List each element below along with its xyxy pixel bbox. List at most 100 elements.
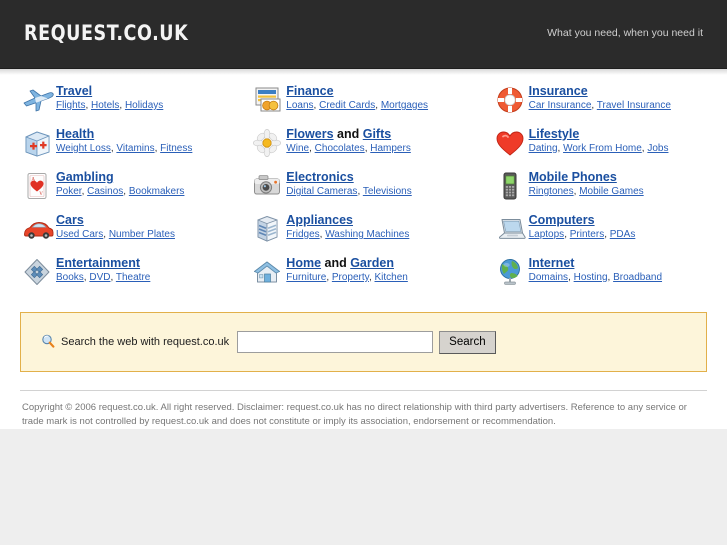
sublink-fridges[interactable]: Fridges [286, 229, 319, 240]
sublink-credit-cards[interactable]: Credit Cards [319, 100, 375, 111]
sublink-holidays[interactable]: Holidays [125, 100, 163, 111]
category-column-2: Finance Loans, Credit Cards, Mortgages Fl… [248, 83, 478, 298]
category-link-electronics[interactable]: Electronics [286, 170, 353, 184]
sublink-flights[interactable]: Flights [56, 100, 85, 111]
category-sublinks-cars: Used Cars, Number Plates [56, 228, 175, 241]
main-content: Travel Flights, Hotels, Holidays Health We… [0, 75, 727, 429]
category-link-appliances[interactable]: Appliances [286, 213, 353, 227]
credit-card-icon [252, 85, 286, 119]
category-item-entertainment: Entertainment Books, DVD, Theatre [22, 255, 248, 298]
search-panel: Search the web with request.co.uk Search [20, 312, 707, 372]
sublink-kitchen[interactable]: Kitchen [375, 272, 408, 283]
sublink-hampers[interactable]: Hampers [370, 143, 411, 154]
sublink-weight-loss[interactable]: Weight Loss [56, 143, 111, 154]
category-text-entertainment: Entertainment Books, DVD, Theatre [56, 255, 150, 284]
sublink-jobs[interactable]: Jobs [647, 143, 668, 154]
sublink-digital-cameras[interactable]: Digital Cameras [286, 186, 357, 197]
camera-icon [252, 171, 286, 205]
category-link-computers[interactable]: Computers [529, 213, 595, 227]
category-sublinks-home-and-garden: Furniture, Property, Kitchen [286, 271, 408, 284]
search-label: Search the web with request.co.uk [61, 336, 230, 348]
category-link-gambling[interactable]: Gambling [56, 170, 114, 184]
search-input[interactable] [237, 331, 434, 353]
category-item-appliances: Appliances Fridges, Washing Machines [252, 212, 478, 255]
category-link-entertainment[interactable]: Entertainment [56, 256, 140, 270]
category-link-insurance[interactable]: Insurance [529, 84, 588, 98]
sublink-broadband[interactable]: Broadband [613, 272, 662, 283]
site-logo[interactable]: REQUEST.CO.UK [24, 21, 188, 45]
category-link-lifestyle[interactable]: Lifestyle [529, 127, 580, 141]
category-title-health: Health [56, 127, 192, 141]
sublink-hosting[interactable]: Hosting [574, 272, 608, 283]
sublink-used-cars[interactable]: Used Cars [56, 229, 103, 240]
sublink-number-plates[interactable]: Number Plates [109, 229, 175, 240]
playing-card-icon: A V [22, 171, 56, 205]
category-item-lifestyle: Lifestyle Dating, Work From Home, Jobs [495, 126, 709, 169]
category-link-flowers[interactable]: Flowers [286, 127, 333, 141]
category-link-internet[interactable]: Internet [529, 256, 575, 270]
sublink-bookmakers[interactable]: Bookmakers [129, 186, 185, 197]
category-sublinks-mobile-phones: Ringtones, Mobile Games [529, 185, 644, 198]
category-link-health[interactable]: Health [56, 127, 94, 141]
category-item-electronics: Electronics Digital Cameras, Televisions [252, 169, 478, 212]
category-item-insurance: Insurance Car Insurance, Travel Insurance [495, 83, 709, 126]
category-title-mobile-phones: Mobile Phones [529, 170, 644, 184]
sublink-work-from-home[interactable]: Work From Home [563, 143, 642, 154]
sublink-travel-insurance[interactable]: Travel Insurance [597, 100, 671, 111]
flower-icon [252, 128, 286, 162]
category-sublinks-health: Weight Loss, Vitamins, Fitness [56, 142, 192, 155]
sublink-dvd[interactable]: DVD [89, 272, 110, 283]
sublink-hotels[interactable]: Hotels [91, 100, 119, 111]
search-button[interactable]: Search [439, 330, 496, 354]
sublink-vitamins[interactable]: Vitamins [116, 143, 154, 154]
sublink-pdas[interactable]: PDAs [610, 229, 636, 240]
sublink-domains[interactable]: Domains [529, 272, 568, 283]
airplane-icon [22, 85, 56, 119]
search-section: Search the web with request.co.uk Search [0, 298, 727, 372]
sublink-mobile-games[interactable]: Mobile Games [579, 186, 643, 197]
sublink-dating[interactable]: Dating [529, 143, 558, 154]
sublink-chocolates[interactable]: Chocolates [315, 143, 365, 154]
category-title-electronics: Electronics [286, 170, 411, 184]
category-sublinks-gambling: Poker, Casinos, Bookmakers [56, 185, 184, 198]
sublink-laptops[interactable]: Laptops [529, 229, 565, 240]
category-item-cars: Cars Used Cars, Number Plates [22, 212, 248, 255]
sublink-poker[interactable]: Poker [56, 186, 82, 197]
category-title-lifestyle: Lifestyle [529, 127, 669, 141]
category-item-flowers-and-gifts: Flowers and Gifts Wine, Chocolates, Hampe… [252, 126, 478, 169]
category-link-home[interactable]: Home [286, 256, 321, 270]
category-item-internet: Internet Domains, Hosting, Broadband [495, 255, 709, 298]
sublink-printers[interactable]: Printers [570, 229, 604, 240]
sublink-mortgages[interactable]: Mortgages [381, 100, 428, 111]
laptop-icon [495, 214, 529, 248]
category-grid: Travel Flights, Hotels, Holidays Health We… [0, 83, 727, 298]
globe-icon [495, 257, 529, 291]
category-text-gambling: Gambling Poker, Casinos, Bookmakers [56, 169, 184, 198]
sublink-televisions[interactable]: Televisions [363, 186, 412, 197]
sublink-casinos[interactable]: Casinos [87, 186, 123, 197]
heart-icon [495, 128, 529, 162]
sublink-books[interactable]: Books [56, 272, 84, 283]
category-link-finance[interactable]: Finance [286, 84, 333, 98]
page-root: REQUEST.CO.UK What you need, when you ne… [0, 0, 727, 519]
category-link-gifts[interactable]: Gifts [363, 127, 391, 141]
sublink-fitness[interactable]: Fitness [160, 143, 192, 154]
category-link-cars[interactable]: Cars [56, 213, 84, 227]
sublink-wine[interactable]: Wine [286, 143, 309, 154]
sublink-loans[interactable]: Loans [286, 100, 313, 111]
category-text-computers: Computers Laptops, Printers, PDAs [529, 212, 636, 241]
sublink-furniture[interactable]: Furniture [286, 272, 326, 283]
category-sublinks-finance: Loans, Credit Cards, Mortgages [286, 99, 428, 112]
category-title-appliances: Appliances [286, 213, 409, 227]
sublink-ringtones[interactable]: Ringtones [529, 186, 574, 197]
sublink-property[interactable]: Property [332, 272, 369, 283]
sublink-washing-machines[interactable]: Washing Machines [325, 229, 409, 240]
sublink-car-insurance[interactable]: Car Insurance [529, 100, 592, 111]
category-link-mobile-phones[interactable]: Mobile Phones [529, 170, 617, 184]
category-link-travel[interactable]: Travel [56, 84, 92, 98]
category-link-garden[interactable]: Garden [350, 256, 394, 270]
category-text-finance: Finance Loans, Credit Cards, Mortgages [286, 83, 428, 112]
category-title-conjunction: and [333, 127, 363, 141]
sublink-theatre[interactable]: Theatre [116, 272, 150, 283]
category-item-health: Health Weight Loss, Vitamins, Fitness [22, 126, 248, 169]
